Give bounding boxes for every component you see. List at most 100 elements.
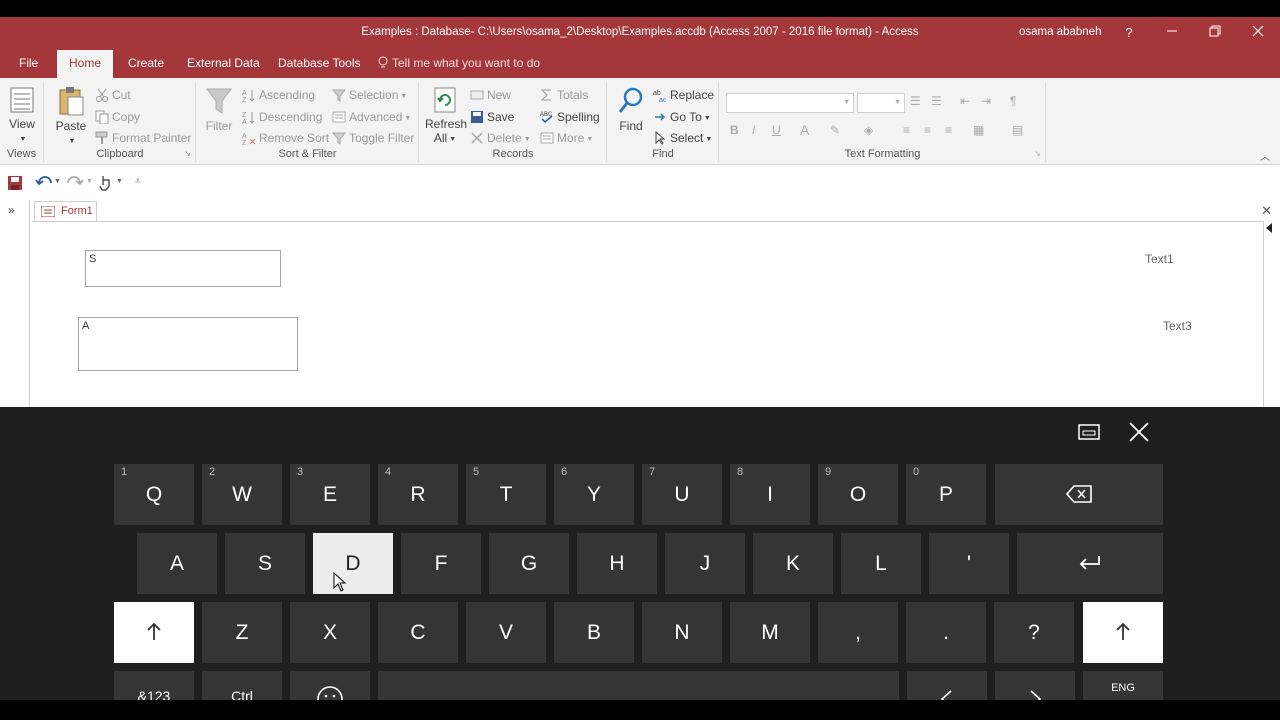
key-x[interactable]: X	[290, 602, 370, 663]
redo-icon[interactable]	[66, 175, 84, 191]
key-apostrophe[interactable]: '	[929, 533, 1009, 594]
filter-button[interactable]: Filter	[203, 86, 235, 133]
key-n[interactable]: N	[642, 602, 722, 663]
more-button[interactable]: More ▼	[540, 128, 593, 148]
touch-mode-icon[interactable]	[97, 174, 113, 192]
new-record-button[interactable]: New	[470, 85, 511, 105]
close-keyboard-icon[interactable]	[1128, 421, 1150, 443]
help-button[interactable]: ?	[1115, 21, 1143, 45]
alternate-row-color-icon[interactable]: ▤	[1012, 123, 1023, 137]
key-o[interactable]: 9O	[818, 464, 898, 525]
key-shift-right[interactable]	[1083, 602, 1163, 663]
key-question[interactable]: ?	[994, 602, 1074, 663]
collapse-ribbon-icon[interactable]: ︿	[1260, 148, 1270, 163]
key-h[interactable]: H	[577, 533, 657, 594]
save-icon[interactable]	[8, 176, 22, 190]
toggle-filter-button[interactable]: Toggle Filter	[332, 128, 414, 148]
bold-button[interactable]: B	[730, 123, 739, 137]
tab-database-tools[interactable]: Database Tools	[269, 50, 370, 78]
replace-button[interactable]: ab ac Replace	[653, 85, 714, 105]
key-w[interactable]: 2W	[202, 464, 282, 525]
undo-dropdown-icon[interactable]: ▼	[54, 178, 61, 185]
minimize-icon[interactable]	[1158, 21, 1186, 45]
font-color-button[interactable]: A	[800, 122, 809, 138]
key-g[interactable]: G	[489, 533, 569, 594]
key-z[interactable]: Z	[202, 602, 282, 663]
key-b[interactable]: B	[554, 602, 634, 663]
key-e[interactable]: 3E	[290, 464, 370, 525]
goto-button[interactable]: Go To ▼	[653, 107, 711, 127]
selection-button[interactable]: Selection ▼	[332, 85, 407, 105]
gridlines-icon[interactable]: ▦	[973, 123, 984, 137]
align-center-icon[interactable]: ≡	[924, 123, 931, 137]
format-painter-button[interactable]: Format Painter	[95, 128, 191, 148]
descending-button[interactable]: Z A Descending	[242, 107, 322, 127]
key-c[interactable]: C	[378, 602, 458, 663]
clipboard-launcher-icon[interactable]: ↘	[184, 149, 191, 158]
key-p[interactable]: 0P	[906, 464, 986, 525]
key-m[interactable]: M	[730, 602, 810, 663]
key-a[interactable]: A	[137, 533, 217, 594]
key-backspace[interactable]	[995, 464, 1163, 525]
font-name-select[interactable]: ▼	[726, 93, 854, 113]
tab-file[interactable]: File	[10, 50, 47, 78]
close-window-icon[interactable]	[1244, 21, 1272, 45]
collapse-panel-icon[interactable]	[1266, 223, 1272, 233]
key-s[interactable]: S	[225, 533, 305, 594]
key-q[interactable]: 1Q	[114, 464, 194, 525]
redo-dropdown-icon[interactable]: ▼	[86, 178, 93, 185]
key-l[interactable]: L	[841, 533, 921, 594]
text-formatting-launcher-icon[interactable]: ↘	[1034, 149, 1041, 158]
touch-dropdown-icon[interactable]: ▼	[116, 178, 123, 185]
restore-icon[interactable]	[1201, 21, 1229, 45]
key-u[interactable]: 7U	[642, 464, 722, 525]
font-size-select[interactable]: ▼	[857, 93, 905, 113]
close-document-icon[interactable]: ✕	[1261, 203, 1272, 219]
dock-keyboard-icon[interactable]	[1078, 424, 1100, 440]
align-right-icon[interactable]: ≡	[945, 123, 952, 137]
key-i[interactable]: 8I	[730, 464, 810, 525]
user-name[interactable]: osama ababneh	[1019, 26, 1101, 38]
copy-button[interactable]: Copy	[95, 107, 140, 127]
text3-textbox[interactable]: A	[78, 317, 298, 371]
view-button[interactable]: View ▼	[6, 86, 38, 145]
bullets-icon[interactable]: ☰	[910, 94, 921, 108]
find-button[interactable]: Find	[614, 86, 648, 133]
highlight-icon[interactable]: ✎	[830, 123, 840, 137]
paragraph-direction-icon[interactable]: ¶	[1010, 94, 1016, 108]
key-v[interactable]: V	[466, 602, 546, 663]
italic-button[interactable]: I	[752, 123, 755, 137]
fill-color-icon[interactable]: ◈	[864, 123, 873, 137]
key-y[interactable]: 6Y	[554, 464, 634, 525]
key-comma[interactable]: ,	[818, 602, 898, 663]
key-r[interactable]: 4R	[378, 464, 458, 525]
key-period[interactable]: .	[906, 602, 986, 663]
customize-qat-icon[interactable]: ⩡	[135, 176, 141, 187]
key-f[interactable]: F	[401, 533, 481, 594]
key-enter[interactable]	[1017, 533, 1163, 594]
indent-increase-icon[interactable]: ⇥	[981, 94, 991, 108]
cut-button[interactable]: Cut	[95, 85, 131, 105]
tab-create[interactable]: Create	[119, 50, 173, 78]
refresh-all-button[interactable]: Refresh All ▼	[425, 86, 467, 145]
indent-decrease-icon[interactable]: ⇤	[960, 94, 970, 108]
numbering-icon[interactable]: ☰	[931, 94, 942, 108]
key-j[interactable]: J	[665, 533, 745, 594]
ascending-button[interactable]: A Z Ascending	[242, 85, 315, 105]
text1-textbox[interactable]: S	[85, 250, 281, 287]
key-k[interactable]: K	[753, 533, 833, 594]
align-left-icon[interactable]: ≡	[903, 123, 910, 137]
delete-record-button[interactable]: Delete ▼	[470, 128, 531, 148]
save-record-button[interactable]: Save	[470, 107, 514, 127]
paste-button[interactable]: Paste ▼	[53, 86, 89, 147]
spelling-button[interactable]: ABC Spelling	[540, 107, 600, 127]
select-button[interactable]: Select ▼	[653, 128, 712, 148]
underline-button[interactable]: U	[772, 123, 781, 137]
remove-sort-button[interactable]: A Z Remove Sort	[242, 128, 329, 148]
tab-form1[interactable]: Form1	[34, 201, 97, 221]
key-d[interactable]: D	[313, 533, 393, 594]
tab-home[interactable]: Home	[57, 50, 114, 78]
advanced-button[interactable]: Advanced ▼	[332, 107, 411, 127]
key-shift-left[interactable]	[114, 602, 194, 663]
tab-external-data[interactable]: External Data	[178, 50, 269, 78]
